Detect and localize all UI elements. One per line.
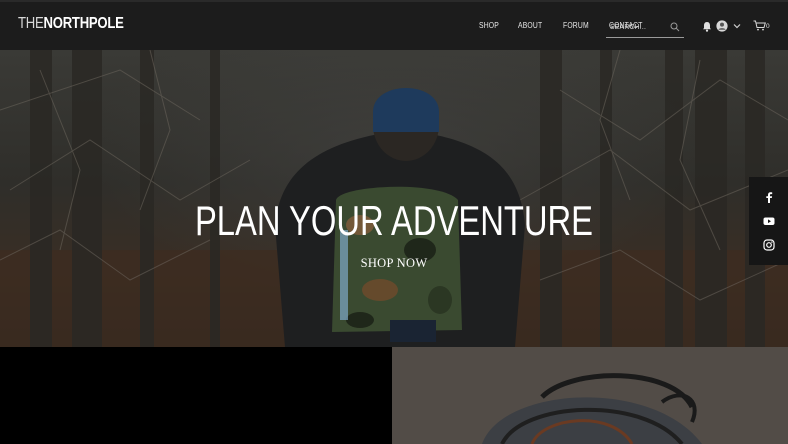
chevron-down-icon[interactable] [733, 23, 741, 29]
social-bar [749, 177, 788, 265]
hero-title: PLAN YOUR ADVENTURE [194, 197, 594, 244]
shop-now-button[interactable]: SHOP NOW [0, 256, 788, 271]
youtube-icon[interactable] [763, 215, 775, 227]
product-image-panel [392, 347, 788, 444]
logo-part-2: NORTHPOLE [43, 15, 124, 32]
facebook-icon[interactable] [763, 191, 775, 203]
instagram-icon[interactable] [762, 239, 775, 251]
site-logo[interactable]: THENORTHPOLE [18, 15, 124, 33]
search-input[interactable]: SEARCH... [606, 16, 684, 38]
user-avatar-icon[interactable] [716, 20, 728, 32]
search-placeholder: SEARCH... [610, 22, 647, 31]
content-panel-left [0, 347, 392, 444]
hero-banner: PLAN YOUR ADVENTURE SHOP NOW [0, 50, 788, 347]
site-header: THENORTHPOLE SHOP ABOUT FORUM CONTACT SE… [0, 0, 788, 50]
nav-forum[interactable]: FORUM [563, 21, 589, 30]
nav-about[interactable]: ABOUT [518, 21, 542, 30]
search-icon[interactable] [670, 22, 680, 32]
cart-count: 0 [766, 23, 770, 30]
cart-icon[interactable] [753, 20, 766, 31]
notification-bell-icon[interactable] [702, 21, 712, 32]
logo-part-1: THE [18, 15, 44, 32]
backpack-product-image [392, 347, 788, 444]
nav-shop[interactable]: SHOP [479, 21, 499, 30]
